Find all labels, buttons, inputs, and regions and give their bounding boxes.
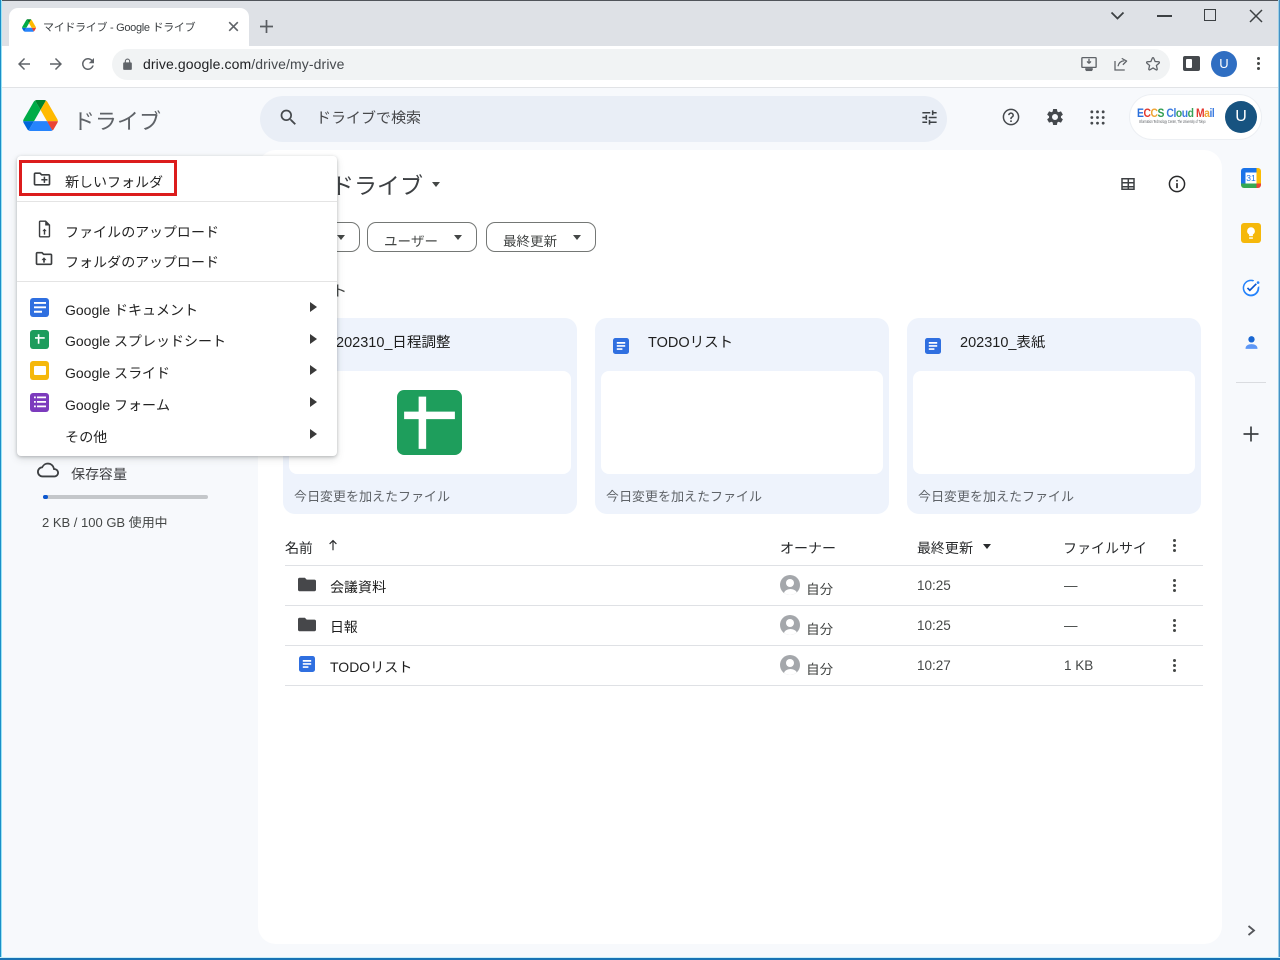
- svg-text:31: 31: [1246, 173, 1256, 183]
